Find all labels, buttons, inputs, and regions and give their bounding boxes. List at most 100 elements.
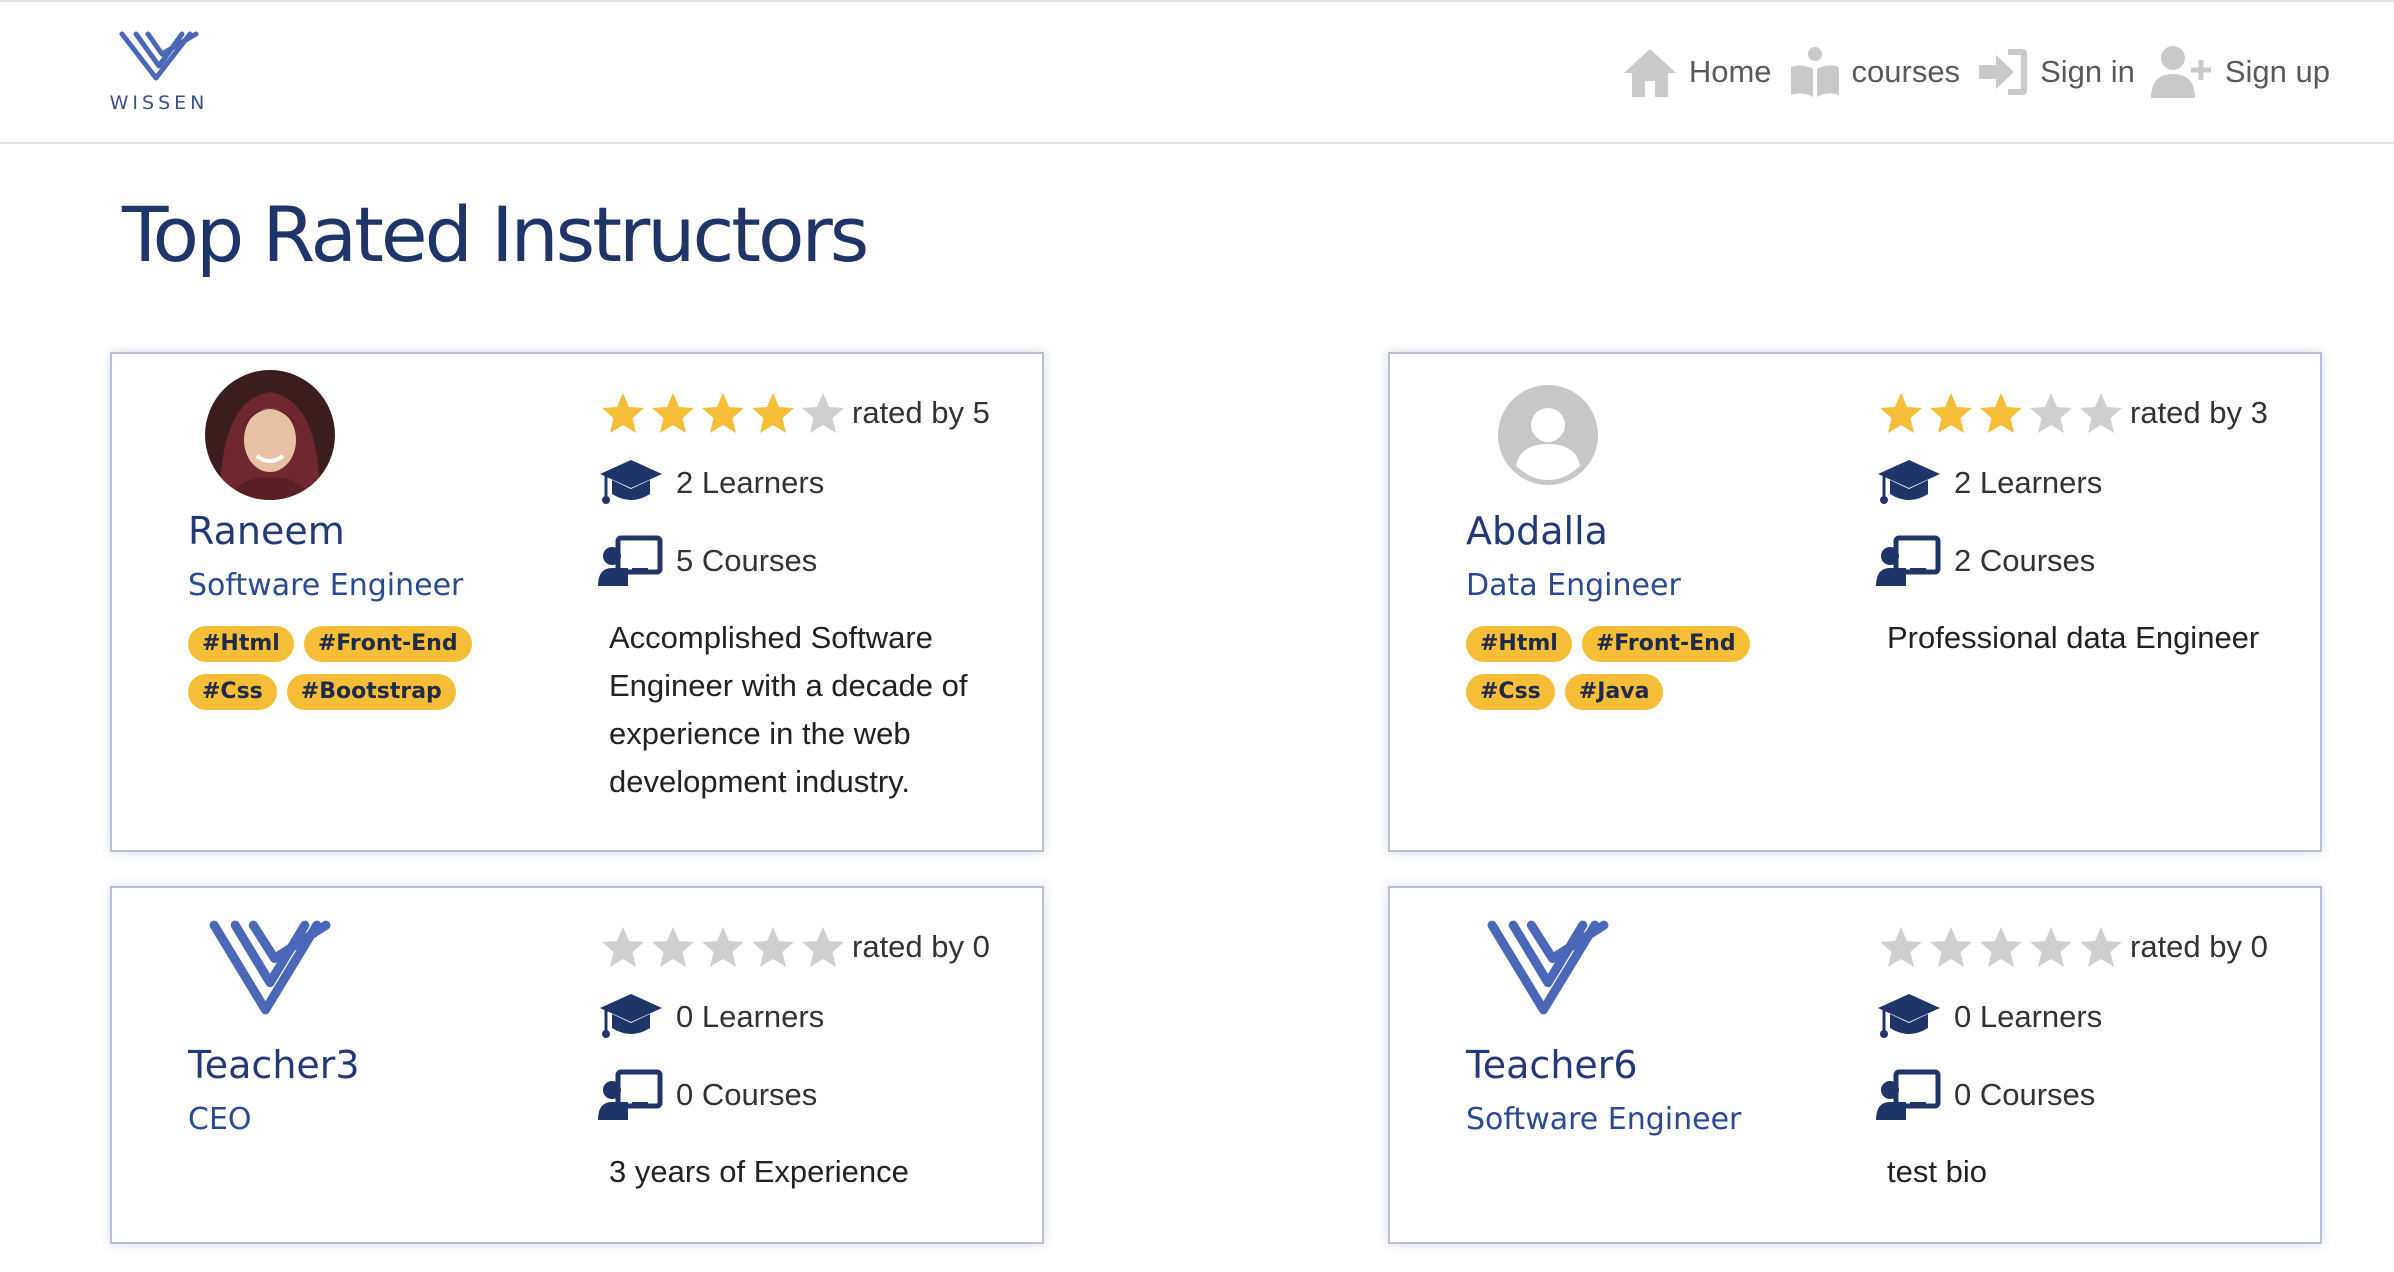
home-icon xyxy=(1623,49,1676,97)
avatar xyxy=(1483,370,1613,500)
star-empty-icon xyxy=(2030,927,2072,967)
sign-in-icon xyxy=(1979,49,2028,95)
courses-row: 2 Courses xyxy=(1876,530,2296,592)
learners-row: 2 Learners xyxy=(598,452,1018,514)
star-filled-icon xyxy=(1880,393,1922,433)
star-filled-icon xyxy=(702,393,744,433)
user-placeholder-icon xyxy=(1498,385,1598,485)
star-rating xyxy=(1876,390,2126,436)
instructor-card[interactable]: Abdalla Data Engineer #Html #Front-End #… xyxy=(1388,352,2322,852)
rated-by-count: rated by 0 xyxy=(852,929,990,964)
instructor-name[interactable]: Raneem xyxy=(188,504,568,558)
rating-row: rated by 3 xyxy=(1876,390,2296,436)
learners-row: 2 Learners xyxy=(1876,452,2296,514)
star-empty-icon xyxy=(802,393,844,433)
instructor-profile: Teacher6 Software Engineer xyxy=(1466,904,1846,1142)
main-nav: Home courses Sign in Sign up xyxy=(1605,38,2330,106)
instructor-card[interactable]: Raneem Software Engineer #Html #Front-En… xyxy=(110,352,1044,852)
instructor-name[interactable]: Teacher6 xyxy=(1466,1038,1846,1092)
graduation-cap-icon xyxy=(600,994,662,1038)
rated-by-count: rated by 0 xyxy=(2130,929,2268,964)
instructor-title: Data Engineer xyxy=(1466,568,1681,603)
instructor-profile: Teacher3 CEO xyxy=(188,904,568,1142)
rating-row: rated by 0 xyxy=(1876,924,2296,970)
star-empty-icon xyxy=(802,927,844,967)
brand-logo[interactable]: WISSEN xyxy=(104,28,214,114)
wissen-logo-icon xyxy=(209,920,331,1015)
star-filled-icon xyxy=(602,393,644,433)
courses-count: 5 Courses xyxy=(676,543,818,578)
sign-up-icon xyxy=(2150,46,2211,98)
star-empty-icon xyxy=(2080,393,2122,433)
tag[interactable]: #Front-End xyxy=(1581,626,1750,662)
star-empty-icon xyxy=(652,927,694,967)
star-filled-icon xyxy=(1930,393,1972,433)
wissen-logo-icon xyxy=(1487,920,1609,1015)
star-empty-icon xyxy=(752,927,794,967)
page-title: Top Rated Instructors xyxy=(122,190,869,279)
star-rating xyxy=(598,924,848,970)
tag[interactable]: #Java xyxy=(1564,674,1664,710)
learners-count: 2 Learners xyxy=(676,465,825,500)
avatar xyxy=(1483,904,1613,1034)
instructor-bio: Accomplished Software Engineer with a de… xyxy=(609,620,968,799)
courses-row: 0 Courses xyxy=(1876,1064,2296,1126)
star-empty-icon xyxy=(1930,927,1972,967)
tag[interactable]: #Bootstrap xyxy=(286,674,456,710)
star-empty-icon xyxy=(602,927,644,967)
tag[interactable]: #Html xyxy=(188,626,294,662)
star-filled-icon xyxy=(752,393,794,433)
instructor-stats: rated by 3 2 Learners 2 Courses Professi… xyxy=(1876,390,2296,662)
nav-courses-link[interactable]: courses xyxy=(1788,45,1960,99)
learners-count: 0 Learners xyxy=(1954,999,2103,1034)
wissen-logo-icon xyxy=(119,31,199,81)
rating-row: rated by 0 xyxy=(598,924,1018,970)
instructor-stats: rated by 0 0 Learners 0 Courses test bio xyxy=(1876,924,2296,1196)
instructor-card[interactable]: Teacher3 CEO rated by 0 0 Learners 0 Cou xyxy=(110,886,1044,1244)
rating-row: rated by 5 xyxy=(598,390,1018,436)
instructor-tags: #Html #Front-End #Css #Java xyxy=(1466,626,1846,722)
tag[interactable]: #Front-End xyxy=(303,626,472,662)
instructor-title: Software Engineer xyxy=(188,568,464,603)
teacher-board-icon xyxy=(1876,1069,1941,1120)
star-empty-icon xyxy=(1980,927,2022,967)
nav-sign-in-link[interactable]: Sign in xyxy=(1976,45,2135,99)
star-empty-icon xyxy=(702,927,744,967)
tag[interactable]: #Css xyxy=(1466,674,1555,710)
instructor-profile: Abdalla Data Engineer #Html #Front-End #… xyxy=(1466,370,1846,722)
instructor-title: Software Engineer xyxy=(1466,1102,1742,1137)
courses-icon xyxy=(1790,47,1839,97)
courses-row: 5 Courses xyxy=(598,530,1018,592)
nav-sign-up-label: Sign up xyxy=(2224,54,2330,89)
instructor-card[interactable]: Teacher6 Software Engineer rated by 0 0 … xyxy=(1388,886,2322,1244)
tag[interactable]: #Html xyxy=(1466,626,1572,662)
nav-home-link[interactable]: Home xyxy=(1621,45,1772,99)
star-filled-icon xyxy=(652,393,694,433)
instructor-name[interactable]: Abdalla xyxy=(1466,504,1846,558)
courses-count: 0 Courses xyxy=(676,1077,818,1112)
teacher-board-icon xyxy=(598,1069,663,1120)
nav-sign-up-link[interactable]: Sign up xyxy=(2150,44,2330,100)
instructor-stats: rated by 5 2 Learners 5 Courses Accompli… xyxy=(598,390,1018,806)
courses-count: 2 Courses xyxy=(1954,543,2096,578)
brand-name: WISSEN xyxy=(109,92,209,114)
star-filled-icon xyxy=(1980,393,2022,433)
star-empty-icon xyxy=(2030,393,2072,433)
star-empty-icon xyxy=(1880,927,1922,967)
courses-count: 0 Courses xyxy=(1954,1077,2096,1112)
instructor-bio: Professional data Engineer xyxy=(1887,620,2260,655)
instructor-name[interactable]: Teacher3 xyxy=(188,1038,568,1092)
instructor-bio: 3 years of Experience xyxy=(609,1154,909,1189)
learners-row: 0 Learners xyxy=(1876,986,2296,1048)
nav-home-label: Home xyxy=(1688,54,1772,89)
teacher-board-icon xyxy=(598,535,663,586)
star-rating xyxy=(598,390,848,436)
graduation-cap-icon xyxy=(600,460,662,504)
avatar xyxy=(205,370,335,500)
instructor-bio: test bio xyxy=(1887,1154,1987,1189)
top-navbar: WISSEN Home courses Sign in Sign up xyxy=(0,0,2394,144)
tag[interactable]: #Css xyxy=(188,674,277,710)
graduation-cap-icon xyxy=(1878,994,1940,1038)
learners-count: 0 Learners xyxy=(676,999,825,1034)
teacher-board-icon xyxy=(1876,535,1941,586)
